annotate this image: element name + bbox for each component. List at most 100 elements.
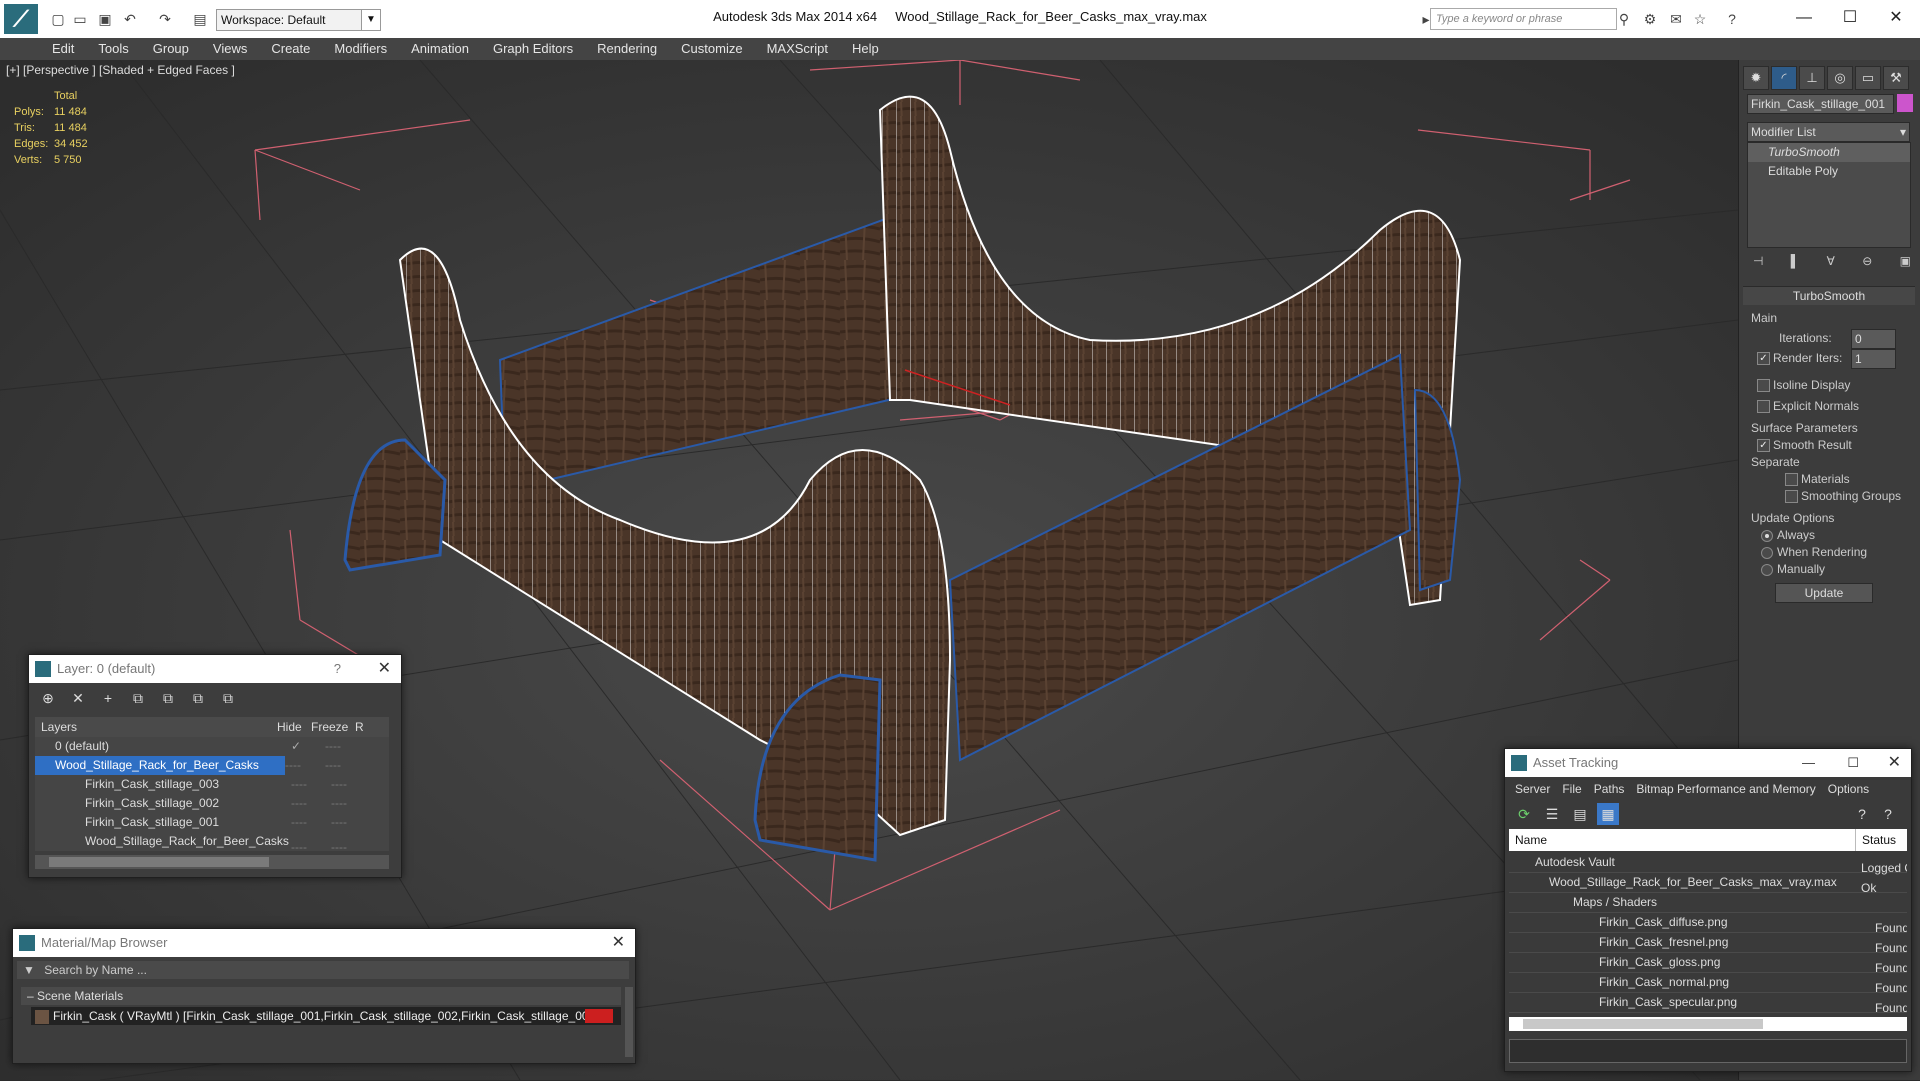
menu-animation[interactable]: Animation [399,38,481,60]
show-end-result-icon[interactable]: ▌ [1791,254,1800,268]
list-view-icon[interactable]: ☰ [1541,803,1563,825]
asset-tracking-titlebar[interactable]: Asset Tracking — ☐ ✕ [1505,749,1911,777]
asset-row[interactable]: Maps / Shaders [1509,893,1907,913]
subscription-icon[interactable]: ⚙ [1640,10,1660,28]
col-status[interactable]: Status [1856,833,1896,847]
menu-create[interactable]: Create [259,38,322,60]
asset-menu-file[interactable]: File [1556,782,1587,796]
minimize-icon[interactable]: — [1802,749,1815,777]
col-name[interactable]: Name [1509,829,1856,851]
menu-customize[interactable]: Customize [669,38,754,60]
layer-row[interactable]: Firkin_Cask_stillage_002 ---- ---- [35,794,389,813]
new-file-icon[interactable]: ▢ [48,10,68,28]
asset-horizontal-scrollbar[interactable] [1509,1017,1907,1031]
close-icon[interactable]: ✕ [612,929,625,957]
hierarchy-tab-icon[interactable]: ⊥ [1799,66,1825,90]
asset-row[interactable]: Firkin_Cask_diffuse.png Found [1509,913,1907,935]
update-button[interactable]: Update [1775,583,1873,603]
menu-tools[interactable]: Tools [86,38,140,60]
layer-freeze-toggle[interactable]: ---- [331,777,347,791]
save-file-icon[interactable]: ▣ [95,10,115,28]
communication-icon[interactable]: ✉ [1666,10,1686,28]
add-to-layer-icon[interactable]: + [97,687,119,709]
layer-row-selected[interactable]: Wood_Stillage_Rack_for_Beer_Casks ---- ---… [35,756,389,775]
asset-menu-server[interactable]: Server [1509,782,1556,796]
configure-sets-icon[interactable]: ▣ [1900,254,1911,268]
material-item[interactable]: Firkin_Cask ( VRayMtl ) [Firkin_Cask_sti… [31,1007,621,1025]
asset-row[interactable]: Firkin_Cask_normal.png Found [1509,973,1907,995]
asset-row[interactable]: Firkin_Cask_specular.png Found [1509,993,1907,1013]
modifier-list-dropdown[interactable]: Modifier List ▾ [1747,122,1910,142]
collapse-icon[interactable]: – [21,989,34,1003]
explicit-normals-checkbox[interactable] [1757,400,1770,413]
menu-maxscript[interactable]: MAXScript [755,38,840,60]
utilities-tab-icon[interactable]: ⚒ [1883,66,1909,90]
hide-all-icon[interactable]: ⧉ [187,687,209,709]
layer-dialog-titlebar[interactable]: Layer: 0 (default) ? ✕ [29,655,401,683]
layer-row[interactable]: Firkin_Cask_stillage_003 ---- ---- [35,775,389,794]
col-layers[interactable]: Layers [35,717,277,737]
object-name-field[interactable]: Firkin_Cask_stillage_001 [1747,94,1894,114]
options-arrow-icon[interactable]: ▼ [17,963,41,977]
stack-item-editable-poly[interactable]: Editable Poly [1748,162,1910,181]
material-search-input[interactable]: Search by Name ... [44,963,147,977]
help-button[interactable]: ? [334,655,341,683]
scene-materials-group[interactable]: – Scene Materials [21,987,621,1005]
open-file-icon[interactable]: ▭ [70,10,90,28]
tree-view-icon[interactable]: ▤ [1569,803,1591,825]
menu-views[interactable]: Views [201,38,259,60]
select-objects-icon[interactable]: ⧉ [127,687,149,709]
highlight-layer-icon[interactable]: ⧉ [157,687,179,709]
menu-group[interactable]: Group [141,38,201,60]
asset-row[interactable]: Firkin_Cask_gloss.png Found [1509,953,1907,975]
favorites-star-icon[interactable]: ☆ [1690,10,1710,28]
layer-freeze-toggle[interactable]: ---- [331,796,347,810]
menu-modifiers[interactable]: Modifiers [322,38,399,60]
scrollbar-thumb[interactable] [1523,1019,1763,1029]
manually-radio[interactable] [1761,564,1773,576]
layer-hide-toggle[interactable]: ---- [291,775,331,794]
new-layer-icon[interactable]: ⊕ [37,687,59,709]
layer-hide-toggle[interactable]: ---- [291,794,331,813]
isoline-checkbox[interactable] [1757,379,1770,392]
create-tab-icon[interactable]: ✹ [1743,66,1769,90]
layer-row[interactable]: 0 (default) ✓ ---- [35,737,389,756]
smooth-result-checkbox[interactable]: ✓ [1757,439,1770,452]
menu-help[interactable]: Help [840,38,891,60]
vault-help-icon[interactable]: ? [1851,803,1873,825]
chevron-down-icon[interactable]: ▾ [1900,123,1906,141]
when-rendering-radio[interactable] [1761,547,1773,559]
motion-tab-icon[interactable]: ◎ [1827,66,1853,90]
binoculars-icon[interactable]: ⚲ [1614,10,1634,28]
render-iters-checkbox[interactable]: ✓ [1757,352,1770,365]
layer-freeze-toggle[interactable]: ---- [331,815,347,829]
layer-freeze-toggle[interactable]: ---- [331,840,347,854]
app-logo-icon[interactable]: ⟋ [4,4,38,34]
close-icon[interactable]: ✕ [1874,4,1918,32]
asset-row[interactable]: Autodesk VaultLogged O [1509,853,1907,875]
vertical-scrollbar[interactable] [625,987,633,1057]
layer-row[interactable]: Wood_Stillage_Rack_for_Beer_Casks ---- ---… [35,832,389,854]
context-help-icon[interactable]: ? [1877,803,1899,825]
render-iters-spinner[interactable]: 1 [1851,349,1896,369]
col-r[interactable]: R [355,720,364,734]
layer-freeze-toggle[interactable]: ---- [325,739,341,753]
material-browser-titlebar[interactable]: Material/Map Browser ✕ [13,929,635,957]
chevron-down-icon[interactable]: ▼ [361,9,381,31]
redo-icon[interactable]: ↷ [155,10,175,28]
table-view-icon[interactable]: ▦ [1597,803,1619,825]
workspace-dropdown[interactable]: Workspace: Default ▼ [216,9,381,31]
smoothing-groups-checkbox[interactable] [1785,490,1798,503]
scrollbar-thumb[interactable] [49,857,269,867]
maximize-icon[interactable]: ☐ [1847,749,1859,777]
horizontal-scrollbar[interactable] [35,855,389,869]
layer-row[interactable]: Firkin_Cask_stillage_001 ---- ---- [35,813,389,832]
asset-row[interactable]: Firkin_Cask_fresnel.png Found [1509,933,1907,955]
menu-rendering[interactable]: Rendering [585,38,669,60]
asset-menu-bitmap-performance[interactable]: Bitmap Performance and Memory [1630,782,1821,796]
search-input[interactable]: Type a keyword or phrase [1430,8,1617,30]
freeze-all-icon[interactable]: ⧉ [217,687,239,709]
undo-icon[interactable]: ↶ [120,10,140,28]
col-hide[interactable]: Hide [277,717,311,737]
help-icon[interactable]: ? [1722,10,1742,28]
